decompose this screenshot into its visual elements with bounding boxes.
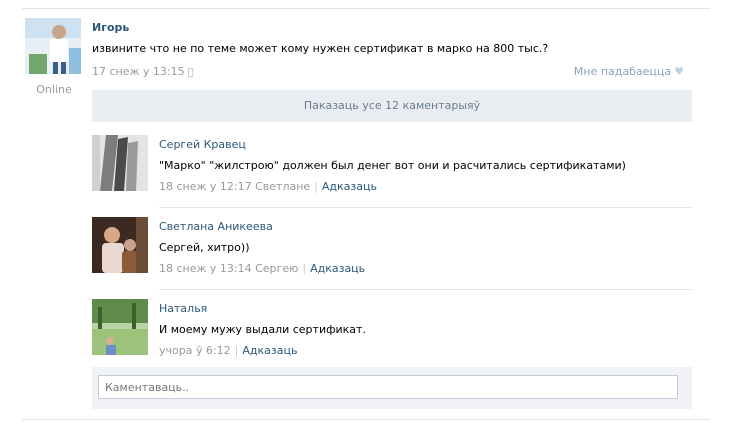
comment-timestamp[interactable]: 18 снеж у 12:17 Светлане bbox=[159, 180, 310, 193]
comment-meta: 18 снеж у 12:17 Светлане | Адказаць bbox=[159, 180, 377, 193]
online-status: Online bbox=[36, 83, 72, 96]
comment-item: Сергей Кравец "Марко" "жилстрою" должен … bbox=[92, 128, 692, 208]
comment-avatar[interactable] bbox=[92, 299, 148, 355]
comment-input[interactable] bbox=[98, 375, 678, 399]
post-author-avatar[interactable] bbox=[25, 18, 81, 74]
comment-text: И моему мужу выдали сертификат. bbox=[159, 323, 366, 336]
comment-divider bbox=[159, 207, 692, 208]
comment-timestamp[interactable]: учора ў 6:12 bbox=[159, 344, 231, 357]
comment-text: "Марко" "жилстрою" должен был денег вот … bbox=[159, 159, 626, 172]
post-meta: 17 снеж у 13:15 bbox=[92, 65, 194, 78]
meta-separator: | bbox=[234, 344, 239, 357]
comment-meta: учора ў 6:12 | Адказаць bbox=[159, 344, 297, 357]
meta-separator: | bbox=[302, 262, 307, 275]
comment-avatar[interactable] bbox=[92, 217, 148, 273]
comment-meta: 18 снеж у 13:14 Сергею | Адказаць bbox=[159, 262, 365, 275]
apple-icon:  bbox=[188, 67, 194, 78]
reply-link[interactable]: Адказаць bbox=[242, 344, 297, 357]
like-button[interactable]: Мне падабаецца ♥ bbox=[574, 65, 684, 78]
heart-icon: ♥ bbox=[674, 65, 684, 78]
comment-author[interactable]: Сергей Кравец bbox=[159, 138, 246, 151]
post-text: извините что не по теме может кому нужен… bbox=[92, 42, 549, 55]
comment-text: Сергей, хитро)) bbox=[159, 241, 250, 254]
top-divider bbox=[22, 8, 710, 9]
post-timestamp[interactable]: 17 снеж у 13:15 bbox=[92, 65, 185, 78]
comment-timestamp[interactable]: 18 снеж у 13:14 Сергею bbox=[159, 262, 298, 275]
bottom-divider bbox=[22, 419, 710, 420]
comment-avatar[interactable] bbox=[92, 135, 148, 191]
comment-divider bbox=[159, 289, 692, 290]
comment-item: Светлана Аникеева Сергей, хитро)) 18 сне… bbox=[92, 210, 692, 290]
reply-link[interactable]: Адказаць bbox=[322, 180, 377, 193]
comment-author[interactable]: Светлана Аникеева bbox=[159, 220, 273, 233]
like-label: Мне падабаецца bbox=[573, 65, 672, 78]
show-all-comments-button[interactable]: Паказаць усе 12 каментарыяў bbox=[92, 90, 692, 122]
reply-link[interactable]: Адказаць bbox=[310, 262, 365, 275]
comment-item: Наталья И моему мужу выдали сертификат. … bbox=[92, 292, 692, 372]
meta-separator: | bbox=[314, 180, 318, 193]
comment-author[interactable]: Наталья bbox=[159, 302, 207, 315]
comment-composer bbox=[92, 367, 692, 409]
post-author-name[interactable]: Игорь bbox=[92, 21, 129, 34]
